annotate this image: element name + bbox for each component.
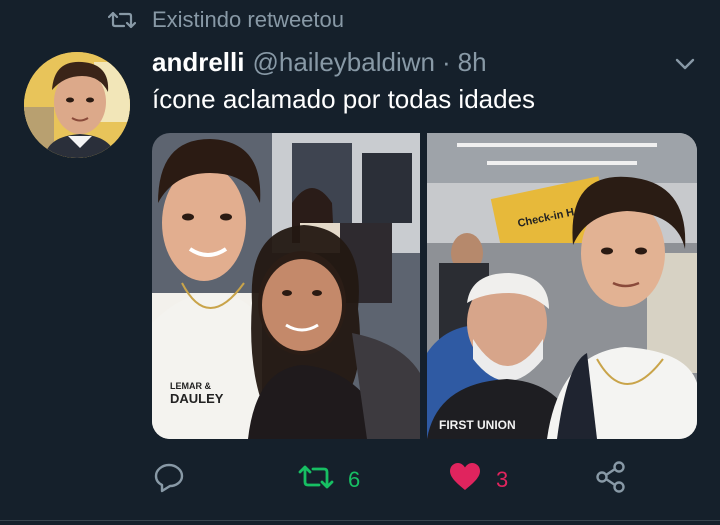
tweet-text: ícone aclamado por todas idades [152,84,536,114]
shirt-text-1: LEMAR & [170,381,211,391]
author-name[interactable]: andrelli [152,47,244,78]
retweet-context[interactable]: Existindo retweetou [108,6,344,34]
retweet-count: 6 [348,467,361,492]
separator: · [441,46,451,77]
share-icon [594,460,628,500]
retweet-icon [108,9,136,31]
retweet-button[interactable]: 6 [298,458,360,502]
author-handle[interactable]: @haileybaldiwn [252,47,435,78]
like-button[interactable]: 3 [448,458,508,502]
photo-2[interactable]: Check-in H FIRST UNION [427,133,697,439]
shirt-text-2: DAULEY [170,391,224,406]
heart-icon [448,461,482,499]
tweet-actions: 6 3 [152,458,632,502]
like-count: 3 [496,467,509,492]
tweet-divider [0,520,720,521]
avatar[interactable] [24,52,130,158]
timestamp[interactable]: 8h [458,47,487,78]
chevron-down-icon[interactable] [672,54,698,74]
reply-icon [152,460,186,500]
retweeted-by-text[interactable]: Existindo retweetou [152,7,344,33]
tweet-header: andrelli @haileybaldiwn · 8h [152,44,487,80]
reply-button[interactable] [152,458,186,502]
retweet-icon [298,462,334,498]
photo-grid: LEMAR & DAULEY Check-in H FIRST UNION [152,133,697,439]
share-button[interactable] [594,458,628,502]
shirt-text-3: FIRST UNION [439,418,516,432]
photo-1[interactable]: LEMAR & DAULEY [152,133,420,439]
